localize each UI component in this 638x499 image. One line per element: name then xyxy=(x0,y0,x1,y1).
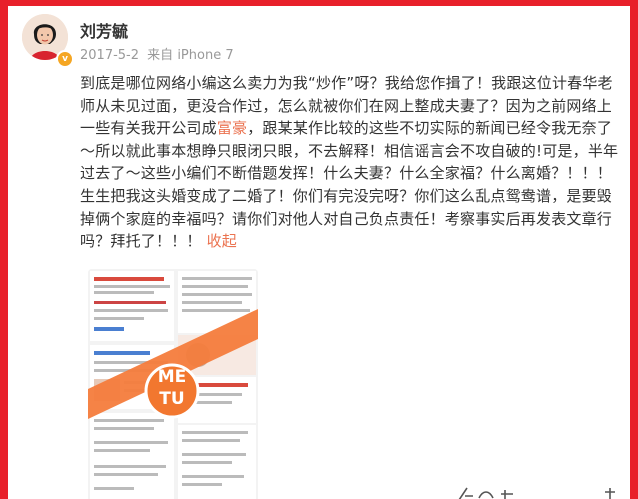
weibo-post-card: v 刘芳毓 2017-5-2 来自 iPhone 7 到底是哪位网络小编这么卖力… xyxy=(8,6,630,499)
verified-v-icon: v xyxy=(56,50,74,68)
source-prefix: 来自 xyxy=(147,48,174,63)
post-image-thumbnail[interactable]: ME TU xyxy=(88,269,258,499)
collapse-link[interactable]: 收起 xyxy=(207,232,237,250)
meitu-mark-bottom: TU xyxy=(159,389,185,409)
post-meta: 2017-5-2 来自 iPhone 7 xyxy=(80,44,234,63)
watermark-strip xyxy=(455,482,630,499)
post-text: 到底是哪位网络小编这么卖力为我“炒作”呀？我给您作揖了！我跟这位计春华老师从未见… xyxy=(80,72,625,253)
meitu-mark-top: ME xyxy=(157,367,187,387)
post-date[interactable]: 2017-5-2 xyxy=(80,48,139,63)
source-device: iPhone 7 xyxy=(177,48,234,63)
user-name[interactable]: 刘芳毓 xyxy=(80,18,128,42)
post-text-part2: ，跟某某作比较的这些不切实际的新闻已经令我无奈了～所以就此事本想睁只眼闭只眼，不… xyxy=(80,119,619,251)
hashtag-link[interactable]: 富豪 xyxy=(217,119,247,137)
